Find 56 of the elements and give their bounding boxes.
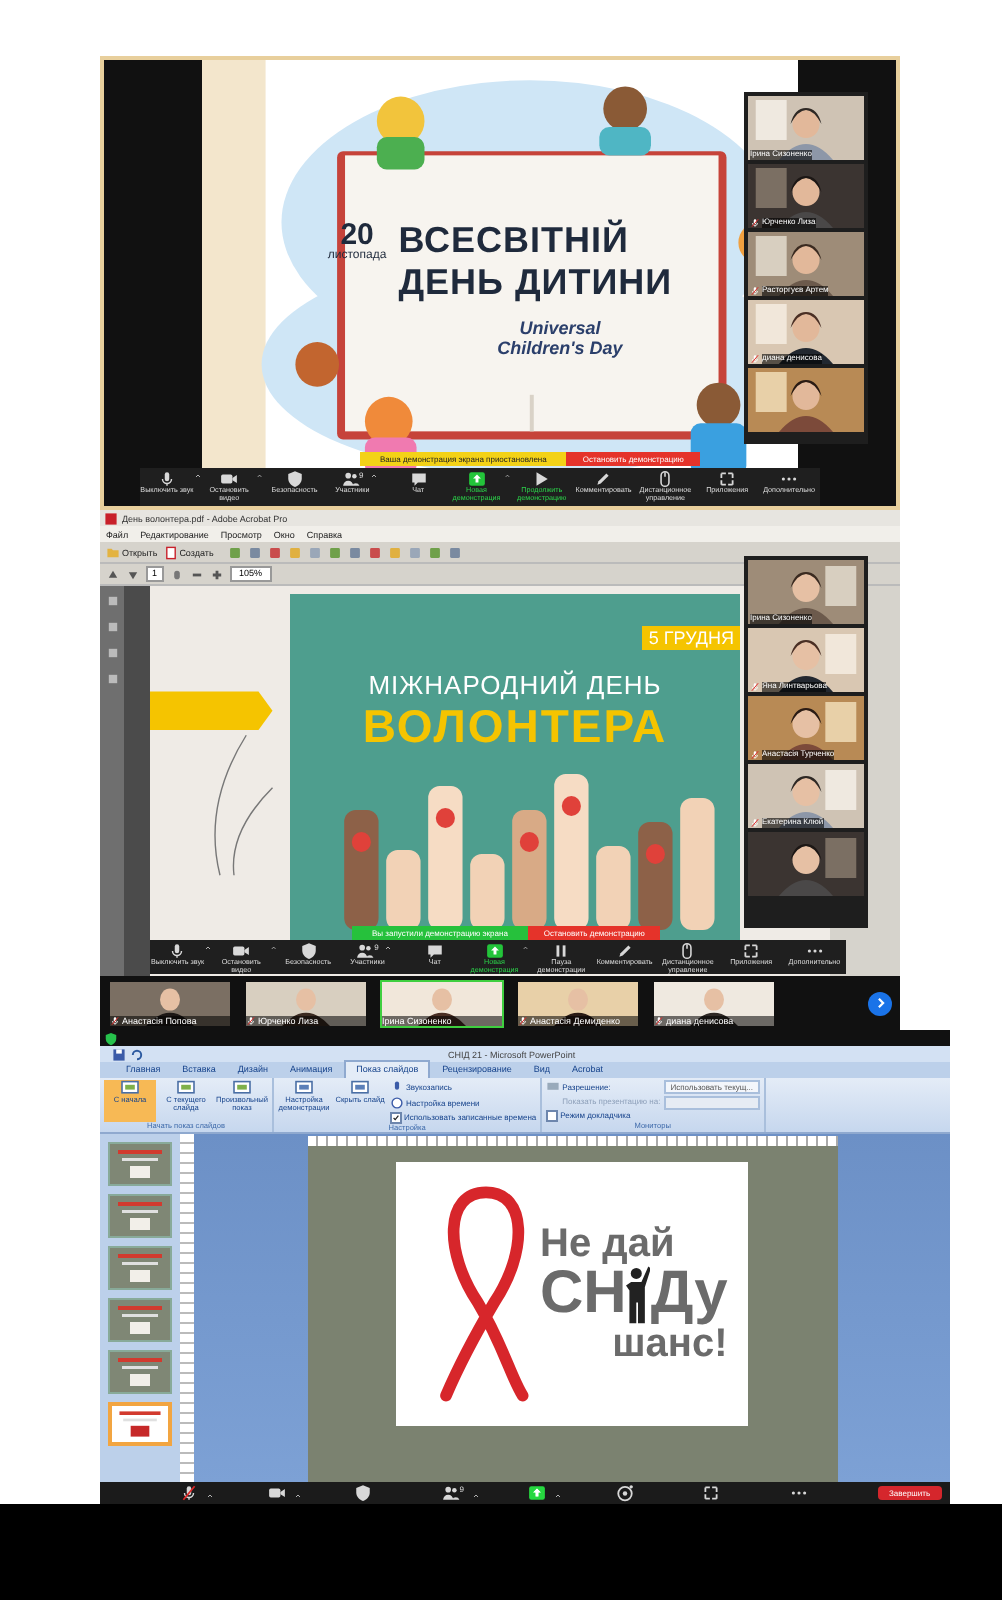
- muted-microphone-icon: [180, 1484, 198, 1502]
- slideshow-icon: [176, 1080, 196, 1096]
- slideshow-icon: [120, 1080, 140, 1096]
- person-figure-icon: [626, 1264, 651, 1324]
- slideshow-icon: [232, 1080, 252, 1096]
- slide-thumbnail[interactable]: [108, 1350, 172, 1394]
- slogan-text: СН: [540, 1264, 627, 1324]
- checkbox[interactable]: [390, 1112, 402, 1124]
- apps-icon: [742, 942, 761, 960]
- people-icon: [441, 1484, 460, 1502]
- toolbar-button[interactable]: [354, 1484, 373, 1502]
- slideshow-icon: [350, 1080, 370, 1096]
- people-icon: [356, 942, 375, 960]
- chevron-right-icon: [873, 996, 887, 1010]
- mouse-icon: [678, 942, 697, 960]
- pause-icon: [552, 942, 571, 960]
- clock-icon: [390, 1096, 404, 1110]
- share-screen-icon: [528, 1484, 547, 1502]
- checkbox[interactable]: [546, 1110, 559, 1122]
- apps-icon: [702, 1484, 721, 1502]
- arrow-down-icon[interactable]: [126, 567, 140, 581]
- slide-thumbnail[interactable]: [108, 1402, 172, 1446]
- hand-icon[interactable]: [169, 567, 184, 581]
- arrow-up-icon[interactable]: [106, 567, 120, 581]
- dial-icon: [615, 1484, 634, 1502]
- slogan-text: Не дай: [540, 1224, 677, 1264]
- undo-icon[interactable]: [130, 1047, 144, 1061]
- microphone-icon: [157, 470, 176, 488]
- slide-title: МІЖНАРОДНИЙ ДЕНЬ: [368, 670, 662, 700]
- slogan-text: Ду: [650, 1264, 728, 1324]
- slide-thumbnail[interactable]: [108, 1194, 172, 1238]
- document-icon: [104, 511, 118, 525]
- document-icon: [163, 545, 178, 559]
- slogan-text: шанс!: [612, 1324, 728, 1364]
- toolbar-button[interactable]: [180, 1484, 198, 1502]
- slide-thumbnail[interactable]: [108, 1142, 172, 1186]
- share-screen-icon: [485, 942, 504, 960]
- slide-title: ВОЛОНТЕРА: [362, 700, 668, 754]
- plus-icon[interactable]: [209, 567, 224, 581]
- slideshow-icon: [294, 1080, 314, 1096]
- toolbar-button[interactable]: [267, 1484, 286, 1502]
- chat-icon: [425, 942, 444, 960]
- toolbar-button[interactable]: [528, 1484, 547, 1502]
- slide-date: 5 ГРУДНЯ: [642, 626, 740, 650]
- microphone-icon: [390, 1080, 404, 1094]
- next-page-button[interactable]: [868, 991, 892, 1015]
- save-icon[interactable]: [112, 1047, 126, 1061]
- monitor-icon: [546, 1080, 561, 1094]
- shield-icon: [104, 1031, 118, 1045]
- slide-thumbnail[interactable]: [108, 1298, 172, 1342]
- video-camera-icon: [232, 942, 251, 960]
- shield-icon: [354, 1484, 373, 1502]
- video-camera-icon: [267, 1484, 286, 1502]
- slide-thumbnail[interactable]: [108, 1246, 172, 1290]
- microphone-icon: [168, 942, 187, 960]
- shield-icon: [299, 942, 318, 960]
